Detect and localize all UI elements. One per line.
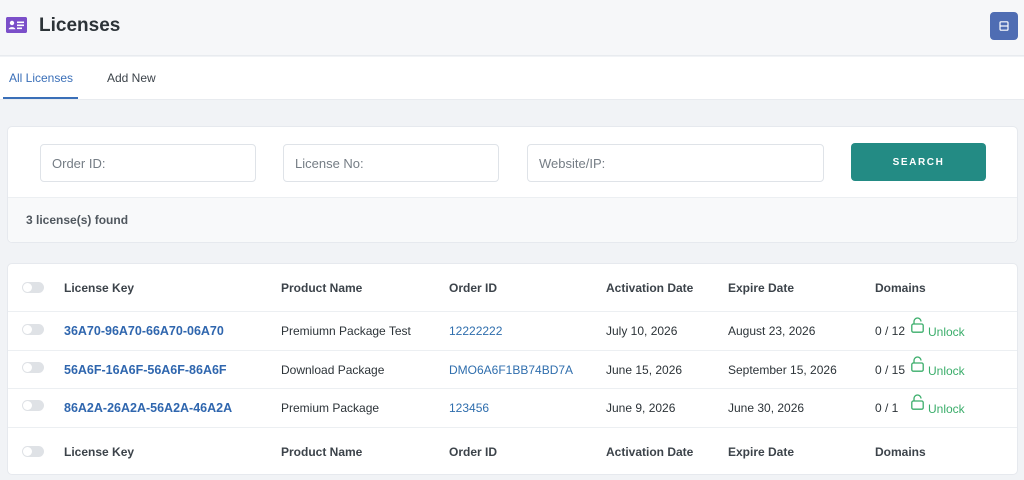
column-header-product-name[interactable]: Product Name: [281, 281, 362, 295]
unlock-icon: [911, 317, 924, 333]
product-name: Download Package: [281, 363, 385, 377]
column-header-domains[interactable]: Domains: [875, 281, 926, 295]
table-row: 36A70-96A70-66A70-06A70 Premiumn Package…: [8, 312, 1017, 351]
activation-date: June 15, 2026: [606, 363, 683, 377]
column-header-license-key[interactable]: License Key: [64, 281, 134, 295]
table-row: 56A6F-16A6F-56A6F-86A6F Download Package…: [8, 351, 1017, 389]
results-count: 3 license(s) found: [26, 213, 129, 227]
table-footer-row: License Key Product Name Order ID Activa…: [8, 428, 1017, 474]
license-key-link[interactable]: 36A70-96A70-66A70-06A70: [64, 324, 224, 338]
search-panel: SEARCH 3 license(s) found: [7, 126, 1018, 243]
unlock-label: Unlock: [928, 364, 965, 378]
column-footer-expire-date[interactable]: Expire Date: [728, 445, 794, 459]
website-ip-input[interactable]: [527, 144, 824, 182]
domains-count: 0 / 1: [875, 401, 899, 415]
license-no-input[interactable]: [283, 144, 499, 182]
expire-date: September 15, 2026: [728, 363, 837, 377]
expire-date: August 23, 2026: [728, 324, 816, 338]
row-select-toggle[interactable]: [22, 400, 44, 411]
unlock-icon: [911, 394, 924, 410]
activation-date: July 10, 2026: [606, 324, 678, 338]
licenses-table: License Key Product Name Order ID Activa…: [7, 263, 1018, 475]
tab-bar: All Licenses Add New: [0, 57, 1024, 100]
screen-options-icon: [999, 21, 1009, 31]
unlock-icon: [911, 356, 924, 372]
column-footer-license-key[interactable]: License Key: [64, 445, 134, 459]
column-footer-order-id[interactable]: Order ID: [449, 445, 497, 459]
domains-count: 0 / 12: [875, 324, 906, 338]
domains-count: 0 / 15: [875, 363, 906, 377]
results-summary: 3 license(s) found: [8, 198, 1017, 242]
unlock-label: Unlock: [928, 402, 965, 416]
product-name: Premium Package: [281, 401, 380, 415]
expire-date: June 30, 2026: [728, 401, 805, 415]
screen-options-button[interactable]: [990, 12, 1018, 40]
page-title: Licenses: [39, 15, 121, 36]
activation-date: June 9, 2026: [606, 401, 676, 415]
order-id-link[interactable]: 123456: [449, 401, 489, 415]
product-name: Premiumn Package Test: [281, 324, 411, 338]
column-footer-activation-date[interactable]: Activation Date: [606, 445, 693, 459]
select-all-toggle[interactable]: [22, 282, 44, 293]
column-footer-product-name[interactable]: Product Name: [281, 445, 362, 459]
license-key-link[interactable]: 86A2A-26A2A-56A2A-46A2A: [64, 401, 232, 415]
column-footer-domains[interactable]: Domains: [875, 445, 926, 459]
column-header-expire-date[interactable]: Expire Date: [728, 281, 794, 295]
select-all-toggle-footer[interactable]: [22, 446, 44, 457]
table-header-row: License Key Product Name Order ID Activa…: [8, 264, 1017, 312]
active-tab-indicator: [3, 97, 78, 99]
row-select-toggle[interactable]: [22, 324, 44, 335]
tab-all-licenses[interactable]: All Licenses: [9, 71, 73, 85]
column-header-order-id[interactable]: Order ID: [449, 281, 497, 295]
tab-add-new[interactable]: Add New: [107, 71, 156, 85]
page-header: Licenses: [0, 0, 1024, 56]
table-row: 86A2A-26A2A-56A2A-46A2A Premium Package …: [8, 389, 1017, 428]
unlock-label: Unlock: [928, 325, 965, 339]
order-id-link[interactable]: 12222222: [449, 324, 502, 338]
order-id-input[interactable]: [40, 144, 256, 182]
row-select-toggle[interactable]: [22, 362, 44, 373]
order-id-link[interactable]: DMO6A6F1BB74BD7A: [449, 363, 573, 377]
column-header-activation-date[interactable]: Activation Date: [606, 281, 693, 295]
license-key-link[interactable]: 56A6F-16A6F-56A6F-86A6F: [64, 363, 227, 377]
id-card-icon: [6, 17, 27, 33]
search-button[interactable]: SEARCH: [851, 143, 986, 181]
